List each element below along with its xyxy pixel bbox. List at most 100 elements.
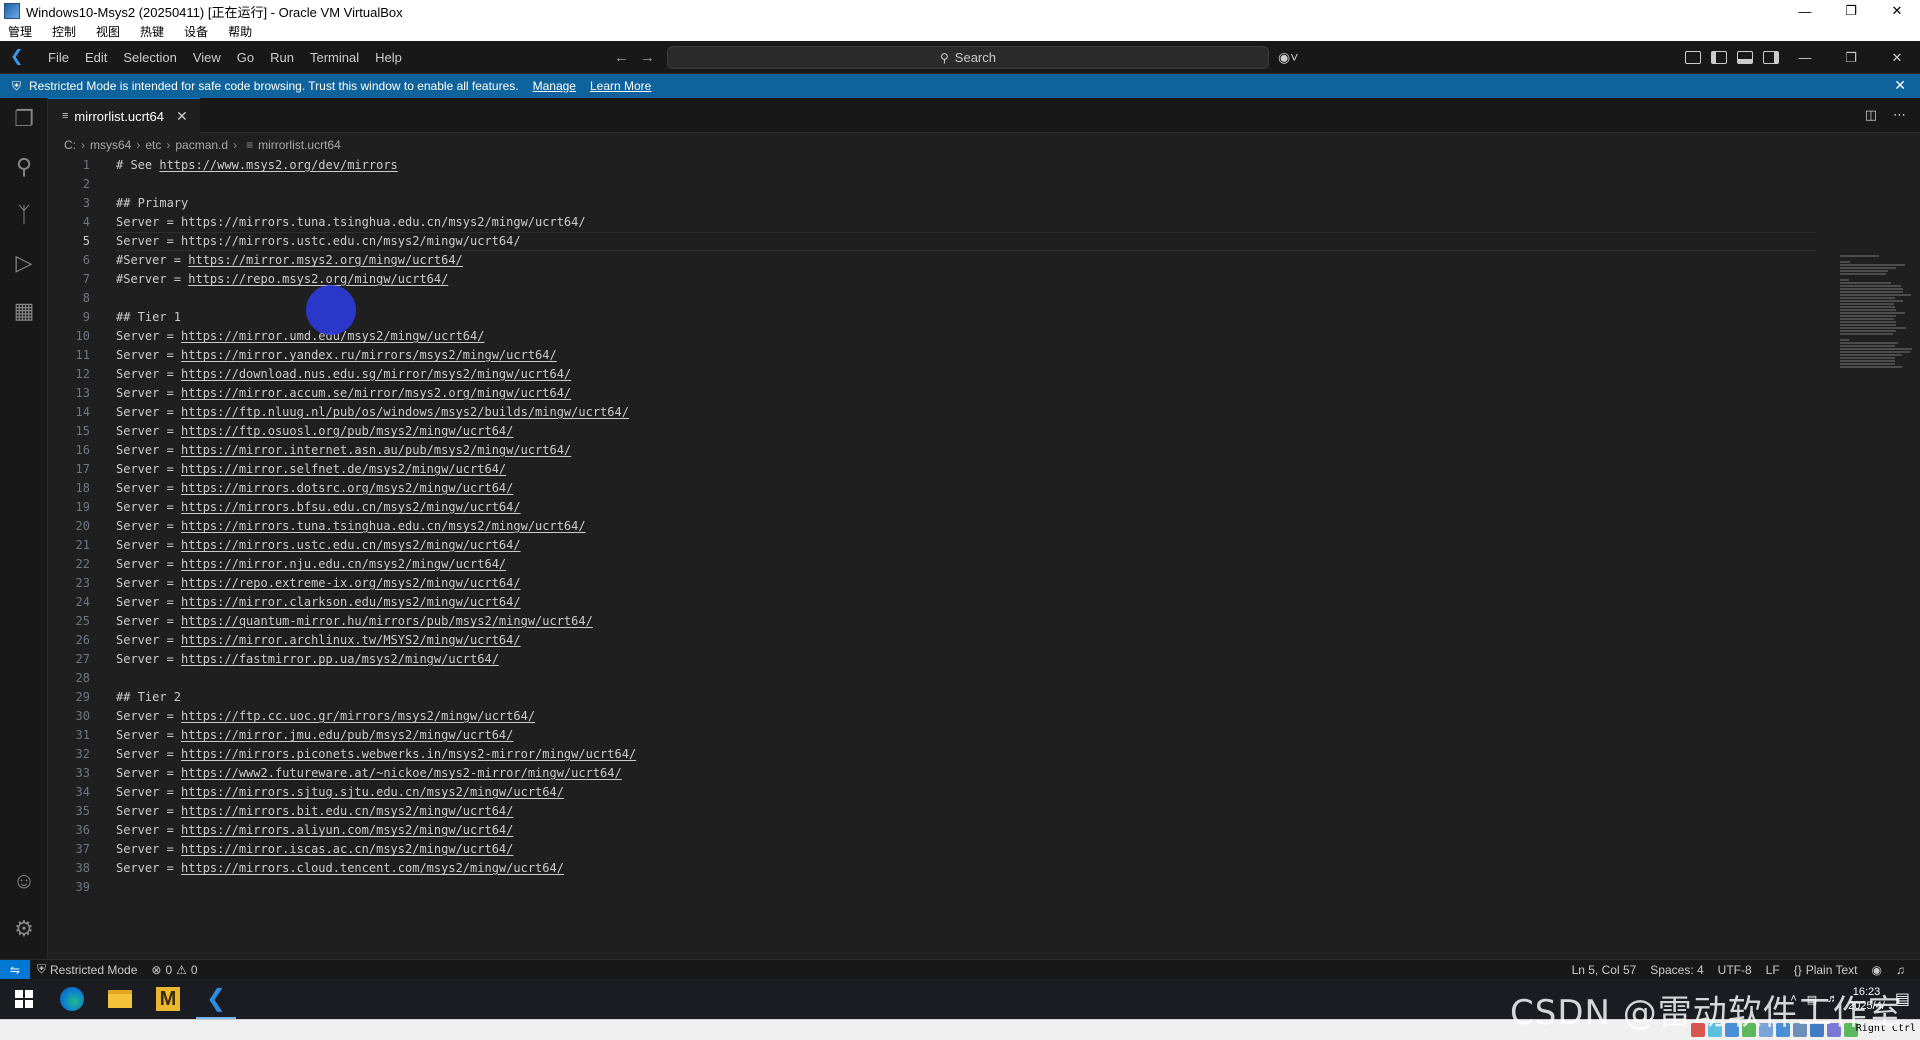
toggle-secondary-sidebar-icon[interactable] <box>1763 51 1779 64</box>
code-line[interactable]: 10 Server = https://mirror.umd.edu/msys2/… <box>48 327 1788 346</box>
banner-close-icon[interactable]: ✕ <box>1894 77 1906 94</box>
tab-close-icon[interactable]: ✕ <box>176 108 188 125</box>
menu-run[interactable]: Run <box>262 50 302 65</box>
split-editor-icon[interactable]: ◫ <box>1865 107 1877 123</box>
mirror-url-link[interactable]: https://ftp.osuosl.org/pub/msys2/mingw/u… <box>181 424 513 438</box>
manage-gear-icon[interactable]: ⚙ <box>11 916 37 942</box>
breadcrumb-drive[interactable]: C: <box>64 138 76 152</box>
code-line[interactable]: 1 # See https://www.msys2.org/dev/mirrors <box>48 156 1788 175</box>
code-line[interactable]: 15 Server = https://ftp.osuosl.org/pub/ms… <box>48 422 1788 441</box>
mirror-url-link[interactable]: https://mirrors.tuna.tsinghua.edu.cn/msy… <box>181 519 586 533</box>
breadcrumb-msys64[interactable]: msys64 <box>90 138 131 152</box>
code-line[interactable]: 6 #Server = https://mirror.msys2.org/ming… <box>48 251 1788 270</box>
accounts-icon[interactable]: ☺ <box>11 868 37 894</box>
close-icon[interactable]: ✕ <box>1874 0 1920 22</box>
banner-learn-more-link[interactable]: Learn More <box>590 79 651 93</box>
mirror-url-link[interactable]: https://download.nus.edu.sg/mirror/msys2… <box>181 367 571 381</box>
vscode-close-icon[interactable]: ✕ <box>1874 47 1920 69</box>
customize-layout-icon[interactable] <box>1685 51 1701 64</box>
code-line[interactable]: 7 #Server = https://repo.msys2.org/mingw/… <box>48 270 1788 289</box>
code-line[interactable]: 16 Server = https://mirror.internet.asn.a… <box>48 441 1788 460</box>
mirror-url-link[interactable]: https://mirrors.bfsu.edu.cn/msys2/mingw/… <box>181 500 521 514</box>
status-language[interactable]: {} Plain Text <box>1787 963 1865 977</box>
mirror-url-link[interactable]: https://mirrors.aliyun.com/msys2/mingw/u… <box>181 823 513 837</box>
code-line[interactable]: 3 ## Primary <box>48 194 1788 213</box>
code-line[interactable]: 28 <box>48 669 1788 688</box>
mirror-url-link[interactable]: https://repo.msys2.org/mingw/ucrt64/ <box>188 272 448 286</box>
code-line[interactable]: 21 Server = https://mirrors.ustc.edu.cn/m… <box>48 536 1788 555</box>
mirror-url-link[interactable]: https://ftp.nluug.nl/pub/os/windows/msys… <box>181 405 629 419</box>
code-line[interactable]: 36 Server = https://mirrors.aliyun.com/ms… <box>48 821 1788 840</box>
code-line[interactable]: 27 Server = https://fastmirror.pp.ua/msys… <box>48 650 1788 669</box>
mirror-url-link[interactable]: https://mirrors.sjtug.sjtu.edu.cn/msys2/… <box>181 785 564 799</box>
status-eol[interactable]: LF <box>1759 963 1787 977</box>
notifications-bell-icon[interactable]: ♫ <box>1889 963 1912 977</box>
vbox-menu-manage[interactable]: 管理 <box>8 23 32 40</box>
breadcrumb-file[interactable]: mirrorlist.ucrt64 <box>258 138 341 152</box>
search-view-icon[interactable]: ⚲ <box>11 154 37 180</box>
code-line[interactable]: 33 Server = https://www2.futureware.at/~n… <box>48 764 1788 783</box>
mirror-url-link[interactable]: https://repo.extreme-ix.org/msys2/mingw/… <box>181 576 521 590</box>
mirror-url-link[interactable]: https://mirror.jmu.edu/pub/msys2/mingw/u… <box>181 728 513 742</box>
extensions-icon[interactable]: ▦ <box>11 298 37 324</box>
code-line[interactable]: 12 Server = https://download.nus.edu.sg/m… <box>48 365 1788 384</box>
code-line[interactable]: 39 <box>48 878 1788 897</box>
command-center-search[interactable]: ⚲ Search <box>667 46 1269 69</box>
mirror-url-link[interactable]: https://mirrors.dotsrc.org/msys2/mingw/u… <box>181 481 513 495</box>
mirror-url-link[interactable]: https://mirror.internet.asn.au/pub/msys2… <box>181 443 571 457</box>
remote-indicator-icon[interactable]: ⇋ <box>0 959 30 980</box>
mirror-url-link[interactable]: https://mirror.selfnet.de/msys2/mingw/uc… <box>181 462 506 476</box>
mirror-url-link[interactable]: https://mirror.msys2.org/mingw/ucrt64/ <box>188 253 463 267</box>
forward-arrow-icon[interactable]: → <box>632 49 663 66</box>
vbox-menu-control[interactable]: 控制 <box>52 23 76 40</box>
status-restricted-mode[interactable]: ⛨ Restricted Mode <box>30 962 144 977</box>
minimap[interactable] <box>1840 255 1916 368</box>
vscode-restore-icon[interactable]: ❐ <box>1828 47 1874 69</box>
code-line[interactable]: 5 Server = https://mirrors.ustc.edu.cn/ms… <box>48 232 1788 251</box>
code-line[interactable]: 38 Server = https://mirrors.cloud.tencent… <box>48 859 1788 878</box>
mirror-url-link[interactable]: https://ftp.cc.uoc.gr/mirrors/msys2/ming… <box>181 709 535 723</box>
banner-manage-link[interactable]: Manage <box>533 79 576 93</box>
code-line[interactable]: 30 Server = https://ftp.cc.uoc.gr/mirrors… <box>48 707 1788 726</box>
menu-view[interactable]: View <box>185 50 229 65</box>
code-line[interactable]: 34 Server = https://mirrors.sjtug.sjtu.ed… <box>48 783 1788 802</box>
menu-edit[interactable]: Edit <box>77 50 115 65</box>
file-explorer-app[interactable] <box>96 979 144 1019</box>
vscode-app[interactable]: ❮ <box>192 979 240 1019</box>
mirror-url-link[interactable]: https://mirrors.ustc.edu.cn/msys2/mingw/… <box>181 538 521 552</box>
menu-go[interactable]: Go <box>229 50 262 65</box>
menu-file[interactable]: File <box>40 50 77 65</box>
msys2-app[interactable]: M <box>144 979 192 1019</box>
mirror-url-link[interactable]: https://www2.futureware.at/~nickoe/msys2… <box>181 766 622 780</box>
copilot-menu[interactable]: ◉˅ <box>1278 41 1298 74</box>
code-line[interactable]: 25 Server = https://quantum-mirror.hu/mir… <box>48 612 1788 631</box>
minimize-icon[interactable]: — <box>1782 0 1828 22</box>
menu-selection[interactable]: Selection <box>115 50 184 65</box>
mirror-url-link[interactable]: https://mirror.yandex.ru/mirrors/msys2/m… <box>181 348 557 362</box>
code-line[interactable]: 24 Server = https://mirror.clarkson.edu/m… <box>48 593 1788 612</box>
mirror-url-link[interactable]: https://mirror.iscas.ac.cn/msys2/mingw/u… <box>181 842 513 856</box>
code-line[interactable]: 26 Server = https://mirror.archlinux.tw/M… <box>48 631 1788 650</box>
code-line[interactable]: 29 ## Tier 2 <box>48 688 1788 707</box>
restore-icon[interactable]: ❐ <box>1828 0 1874 22</box>
status-encoding[interactable]: UTF-8 <box>1711 963 1759 977</box>
explorer-icon[interactable]: ❐ <box>11 106 37 132</box>
code-line[interactable]: 14 Server = https://ftp.nluug.nl/pub/os/w… <box>48 403 1788 422</box>
copilot-status-icon[interactable]: ◉ <box>1865 963 1889 977</box>
start-button[interactable] <box>0 979 48 1019</box>
status-cursor-position[interactable]: Ln 5, Col 57 <box>1565 963 1644 977</box>
toggle-panel-icon[interactable] <box>1737 51 1753 64</box>
status-problems[interactable]: ⊗ 0 ⚠ 0 <box>144 963 204 977</box>
mirror-url-link[interactable]: https://mirror.archlinux.tw/MSYS2/mingw/… <box>181 633 521 647</box>
code-line[interactable]: 18 Server = https://mirrors.dotsrc.org/ms… <box>48 479 1788 498</box>
code-line[interactable]: 13 Server = https://mirror.accum.se/mirro… <box>48 384 1788 403</box>
code-line[interactable]: 35 Server = https://mirrors.bit.edu.cn/ms… <box>48 802 1788 821</box>
status-indentation[interactable]: Spaces: 4 <box>1643 963 1710 977</box>
vscode-minimize-icon[interactable]: — <box>1782 47 1828 69</box>
code-line[interactable]: 11 Server = https://mirror.yandex.ru/mirr… <box>48 346 1788 365</box>
edge-app[interactable] <box>48 979 96 1019</box>
vbox-menu-help[interactable]: 帮助 <box>228 23 252 40</box>
code-line[interactable]: 32 Server = https://mirrors.piconets.webw… <box>48 745 1788 764</box>
vbox-menu-view[interactable]: 视图 <box>96 23 120 40</box>
source-control-icon[interactable]: ᛉ <box>11 202 37 228</box>
